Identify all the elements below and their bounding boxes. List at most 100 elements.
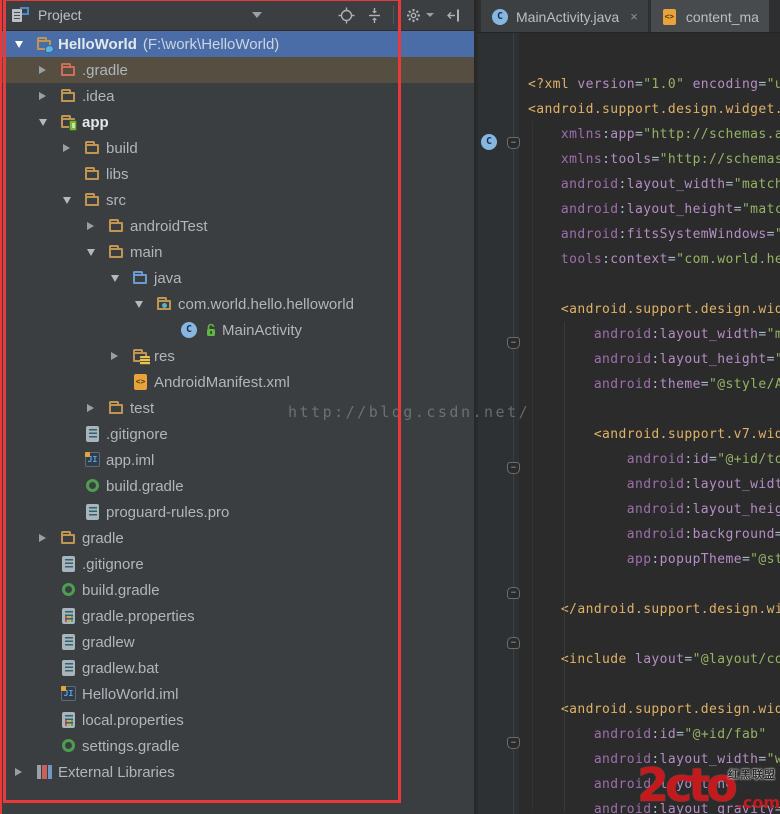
tree-row-gradlew[interactable]: gradlew [0, 629, 474, 655]
tree-row-gradlew-bat[interactable]: gradlew.bat [0, 655, 474, 681]
class-icon: C [180, 321, 202, 339]
tree-row-main[interactable]: main [0, 239, 474, 265]
tree-row-label: src [106, 192, 126, 209]
tree-row-label: HelloWorld.iml [82, 686, 178, 703]
tree-row-androidmanifest-xml[interactable]: <>AndroidManifest.xml [0, 369, 474, 395]
android-module-icon [60, 113, 82, 131]
tree-row-mainactivity[interactable]: CMainActivity [0, 317, 474, 343]
tree-row-res[interactable]: res [0, 343, 474, 369]
tree-row-label: local.properties [82, 712, 184, 729]
tree-row-gradle-properties[interactable]: gradle.properties [0, 603, 474, 629]
arrow-spacer [60, 161, 84, 187]
tree-row-label: com.world.hello.helloworld [178, 296, 354, 313]
expanded-arrow-icon[interactable] [132, 291, 156, 317]
tree-row-androidtest[interactable]: androidTest [0, 213, 474, 239]
fold-start-marker[interactable]: − [507, 337, 520, 349]
fold-start-marker[interactable]: − [507, 462, 520, 474]
fold-start-marker[interactable]: − [507, 737, 520, 749]
fold-start-marker[interactable]: − [507, 137, 520, 149]
tree-row-java[interactable]: java [0, 265, 474, 291]
expanded-arrow-icon[interactable] [60, 187, 84, 213]
tree-row-external-libraries[interactable]: External Libraries [0, 759, 474, 785]
code-line [521, 672, 780, 697]
code-line: android:layout_height="w [521, 347, 780, 372]
editor-area[interactable]: CMainActivity.java×<>content_ma C − − − − − −… [478, 0, 780, 814]
collapsed-arrow-icon[interactable] [108, 343, 132, 369]
code-line: android:fitsSystemWindows="t [521, 222, 780, 247]
tree-row-app[interactable]: app [0, 109, 474, 135]
code-line: android:background=" [521, 522, 780, 547]
tree-row-local-properties[interactable]: local.properties [0, 707, 474, 733]
tree-row-label: External Libraries [58, 764, 175, 781]
tree-row-label: java [154, 270, 182, 287]
project-view-label: Project [38, 7, 82, 23]
code-line: android:layout_he [521, 772, 780, 797]
text-file-icon [60, 659, 82, 677]
collapsed-arrow-icon[interactable] [84, 213, 108, 239]
project-view-selector[interactable]: Project [0, 0, 262, 30]
tree-row-proguard-rules-pro[interactable]: proguard-rules.pro [0, 499, 474, 525]
class-gutter-icon[interactable]: C [480, 133, 498, 151]
expanded-arrow-icon[interactable] [108, 265, 132, 291]
close-tab-icon[interactable]: × [630, 9, 638, 24]
expanded-arrow-icon[interactable] [36, 109, 60, 135]
tree-row--idea[interactable]: .idea [0, 83, 474, 109]
locate-icon[interactable] [337, 6, 355, 24]
fold-end-marker[interactable]: − [507, 637, 520, 649]
iml-file-icon: JI [84, 451, 106, 469]
res-folder-icon [132, 347, 154, 365]
properties-file-icon [60, 607, 82, 625]
editor-tab-content-ma[interactable]: <>content_ma [651, 0, 769, 33]
tree-row-label: AndroidManifest.xml [154, 374, 290, 391]
code-line: <?xml version="1.0" encoding="ut [521, 72, 780, 97]
hide-panel-icon[interactable] [444, 6, 462, 24]
code-area[interactable]: <?xml version="1.0" encoding="ut<android… [521, 72, 780, 814]
collapsed-arrow-icon[interactable] [36, 83, 60, 109]
fold-end-marker[interactable]: − [507, 587, 520, 599]
tree-row-label: .gitignore [82, 556, 144, 573]
expanded-arrow-icon[interactable] [12, 31, 36, 57]
tree-row-build-gradle[interactable]: build.gradle [0, 577, 474, 603]
tree-row-helloworld-iml[interactable]: JIHelloWorld.iml [0, 681, 474, 707]
package-icon [156, 295, 178, 313]
collapsed-arrow-icon[interactable] [36, 57, 60, 83]
tree-row-com-world-hello-helloworld[interactable]: com.world.hello.helloworld [0, 291, 474, 317]
iml-file-icon: JI [60, 685, 82, 703]
code-line [521, 622, 780, 647]
code-line: android:layout_width [521, 472, 780, 497]
arrow-spacer [36, 577, 60, 603]
tree-row-app-iml[interactable]: JIapp.iml [0, 447, 474, 473]
tree-row--gitignore[interactable]: .gitignore [0, 421, 474, 447]
settings-gear-icon[interactable] [404, 6, 422, 24]
tree-row-label: gradlew [82, 634, 135, 651]
arrow-spacer [60, 421, 84, 447]
collapsed-arrow-icon[interactable] [12, 759, 36, 785]
tree-row--gradle[interactable]: .gradle [0, 57, 474, 83]
tree-row-src[interactable]: src [0, 187, 474, 213]
collapse-all-icon[interactable] [365, 6, 383, 24]
project-tree[interactable]: HelloWorld (F:\work\HelloWorld).gradle.i… [0, 31, 474, 814]
expanded-arrow-icon[interactable] [84, 239, 108, 265]
tree-row-label: build.gradle [82, 582, 160, 599]
tree-row-build-gradle[interactable]: build.gradle [0, 473, 474, 499]
tree-row--gitignore[interactable]: .gitignore [0, 551, 474, 577]
collapsed-arrow-icon[interactable] [36, 525, 60, 551]
tree-row-label: gradle [82, 530, 124, 547]
collapsed-arrow-icon[interactable] [60, 135, 84, 161]
tree-row-helloworld[interactable]: HelloWorld (F:\work\HelloWorld) [0, 31, 474, 57]
code-line [521, 397, 780, 422]
text-file-icon [60, 633, 82, 651]
project-pane-icon [12, 7, 29, 23]
tree-row-label: build [106, 140, 138, 157]
code-line: app:popupTheme="@sty [521, 547, 780, 572]
collapsed-arrow-icon[interactable] [84, 395, 108, 421]
tree-row-build[interactable]: build [0, 135, 474, 161]
tree-row-test[interactable]: test [0, 395, 474, 421]
tree-row-settings-gradle[interactable]: settings.gradle [0, 733, 474, 759]
properties-file-icon [60, 711, 82, 729]
tree-row-gradle[interactable]: gradle [0, 525, 474, 551]
tree-row-libs[interactable]: libs [0, 161, 474, 187]
class-icon: C [491, 8, 509, 26]
editor-tab-mainactivity-java[interactable]: CMainActivity.java× [481, 0, 648, 33]
code-line: <android.support.design.widget.C [521, 97, 780, 122]
